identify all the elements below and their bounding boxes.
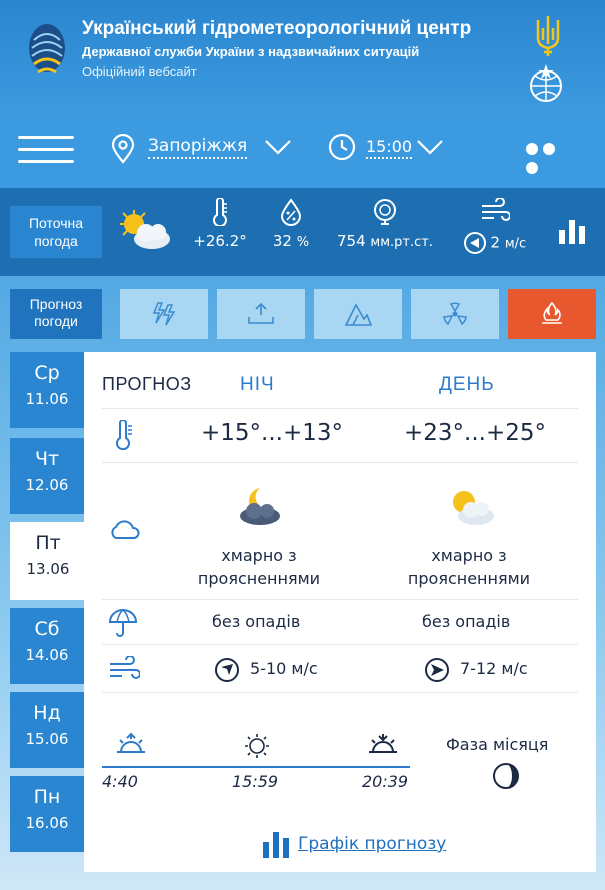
chevron-down-icon[interactable]: [264, 138, 292, 156]
night-cloudiness: хмарно з проясненнями: [197, 546, 321, 588]
divider: [102, 692, 578, 693]
sun-icon: [245, 734, 269, 758]
sunrise-time: 4:40: [102, 772, 138, 791]
site-header: Український гідрометеорологічний центр Д…: [0, 0, 605, 120]
wind-direction-icon: [215, 658, 239, 682]
forecast-header-label: ПРОГНОЗ: [102, 374, 192, 394]
sunset-icon: [369, 734, 397, 753]
official-site-label: Офіційний вебсайт: [82, 64, 197, 79]
divider: [102, 462, 578, 463]
site-subtitle: Державної служби України з надзвичайних …: [82, 44, 420, 59]
bar-chart-icon[interactable]: [557, 216, 587, 244]
sunset-time: 20:39: [362, 772, 409, 791]
site-title: Український гідрометеорологічний центр: [82, 18, 472, 39]
night-precipitation: без опадів: [212, 612, 301, 631]
night-temperature: +15°...+13°: [201, 420, 344, 446]
day-tab[interactable]: Сб 14.06: [10, 608, 84, 684]
thunder-icon: [152, 302, 176, 326]
day-precipitation: без опадів: [422, 612, 511, 631]
mountain-icon: [344, 303, 372, 326]
umbrella-icon: [108, 609, 138, 637]
current-weather-label: Поточна погода: [10, 206, 102, 258]
radiation-icon: [443, 302, 467, 326]
day-tab[interactable]: Пн 16.06: [10, 776, 84, 852]
day-wind: 7-12 м/с: [460, 659, 528, 678]
location-pin-icon: [111, 134, 135, 164]
day-temperature: +23°...+25°: [404, 420, 547, 446]
trident-icon: [536, 16, 560, 56]
day-tab[interactable]: Нд 15.06: [10, 692, 84, 768]
current-temperature: +26.2°: [190, 198, 250, 250]
forecast-card: ПРОГНОЗ НІЧ ДЕНЬ +15°...+13° +23°...+25°…: [84, 352, 596, 872]
hydromet-logo[interactable]: [24, 20, 70, 82]
current-humidity: 32 %: [266, 198, 316, 250]
wind-direction-icon: [425, 658, 449, 682]
clock-icon: [328, 133, 356, 161]
chevron-down-icon[interactable]: [416, 138, 444, 156]
humidity-drop-icon: [280, 198, 302, 226]
divider: [102, 644, 578, 645]
day-header: ДЕНЬ: [439, 374, 495, 395]
night-wind: 5-10 м/с: [250, 659, 318, 678]
wind-direction-icon: [463, 232, 486, 254]
thunder-forecast-button[interactable]: [120, 289, 208, 339]
fire-danger-button[interactable]: [508, 289, 596, 339]
current-pressure: 754 мм.рт.ст.: [330, 198, 440, 250]
more-options-button[interactable]: [526, 140, 576, 174]
fire-icon: [542, 301, 562, 324]
city-select[interactable]: Запоріжжя: [148, 136, 248, 159]
menu-button[interactable]: [18, 130, 76, 170]
forecast-types-bar: Прогноз погоди: [0, 289, 605, 339]
solar-noon-time: 15:59: [232, 772, 279, 791]
sunrise-icon: [117, 732, 145, 753]
day-tab-selected[interactable]: Пт 13.06: [10, 522, 86, 600]
water-level-button[interactable]: [217, 289, 305, 339]
day-cloudiness: хмарно з проясненнями: [407, 546, 531, 588]
wmo-emblem-icon: [530, 64, 562, 102]
time-select[interactable]: 15:00: [366, 137, 413, 159]
daylight-timeline: [102, 766, 410, 768]
partly-cloudy-icon: [120, 210, 170, 249]
night-partly-cloudy-icon: [240, 488, 280, 525]
barometer-icon: [374, 199, 396, 225]
wind-icon: [110, 656, 140, 679]
water-level-icon: [248, 302, 274, 324]
thermometer-icon: [116, 420, 132, 450]
day-tab[interactable]: Ср 11.06: [10, 352, 84, 428]
moon-phase-icon: [493, 763, 519, 789]
divider: [102, 408, 578, 409]
radiation-button[interactable]: [411, 289, 499, 339]
bar-chart-icon[interactable]: [262, 830, 290, 858]
forecast-graph-link[interactable]: Графік прогнозу: [298, 834, 446, 854]
forecast-label: Прогноз погоди: [10, 289, 102, 339]
divider: [102, 599, 578, 600]
day-tab[interactable]: Чт 12.06: [10, 438, 84, 514]
current-weather-bar: Поточна погода +26.2° 32 % 754 мм.рт.ст.…: [0, 188, 605, 276]
cloud-icon: [111, 520, 140, 539]
night-header: НІЧ: [240, 374, 275, 395]
mountain-forecast-button[interactable]: [314, 289, 402, 339]
current-wind: 2 м/с: [455, 198, 535, 254]
nav-bar: Запоріжжя 15:00: [0, 120, 605, 188]
moon-phase-label: Фаза місяця: [446, 735, 549, 754]
wind-icon: [482, 198, 510, 221]
partly-cloudy-icon: [453, 491, 494, 525]
thermometer-icon: [213, 198, 227, 226]
